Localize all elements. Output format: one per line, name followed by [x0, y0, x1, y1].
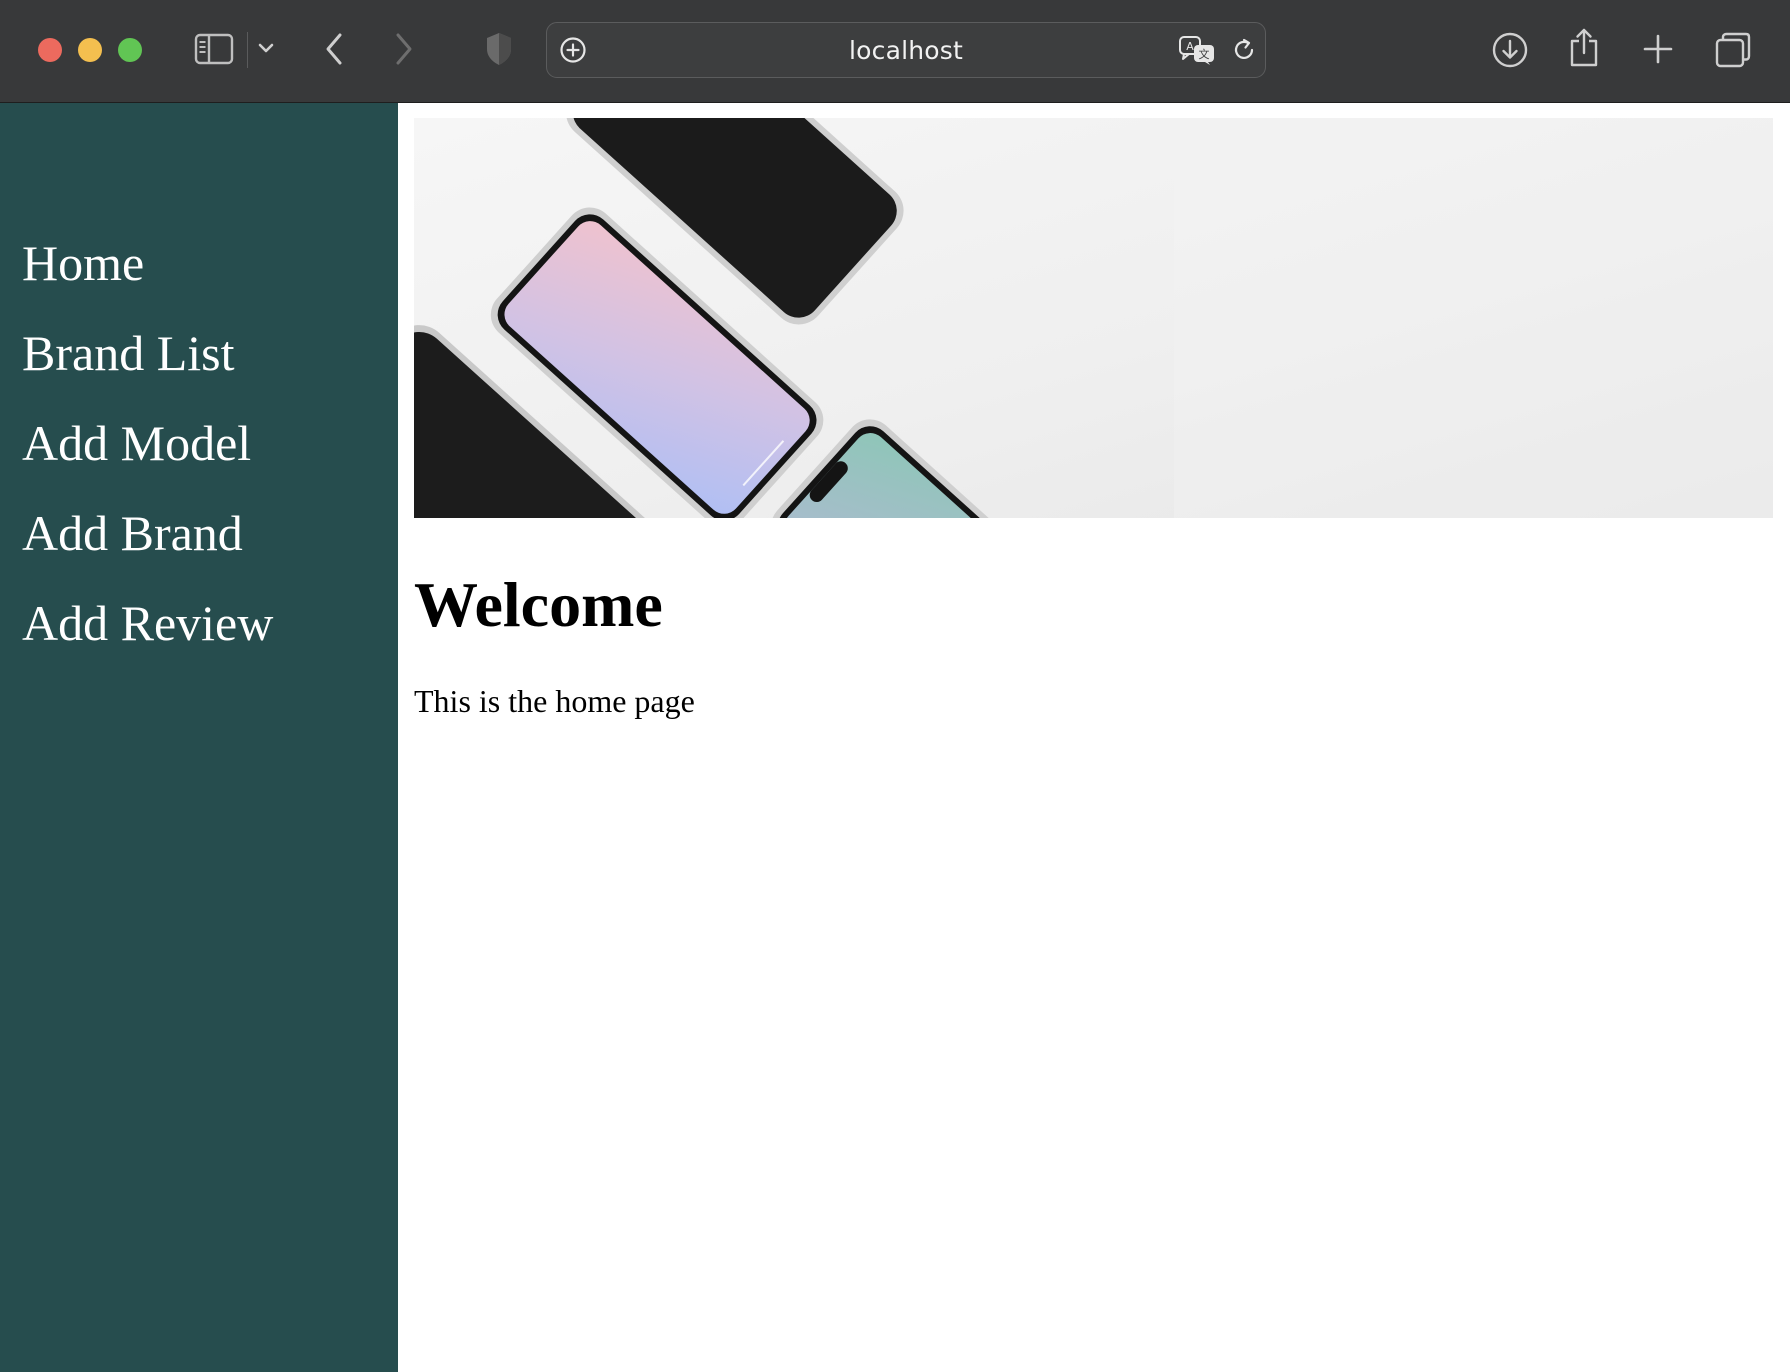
url-text[interactable]: localhost: [547, 23, 1265, 77]
downloads-icon[interactable]: [1490, 30, 1530, 70]
forward-icon[interactable]: [390, 30, 418, 68]
nav-item-home[interactable]: Home: [0, 235, 398, 325]
reload-icon[interactable]: [1229, 35, 1259, 65]
translate-icon[interactable]: A 文: [1177, 33, 1217, 67]
nav-item-add-brand[interactable]: Add Brand: [0, 505, 398, 595]
address-bar[interactable]: localhost A 文: [546, 22, 1266, 78]
new-tab-icon[interactable]: [1640, 31, 1676, 67]
sidebar-nav: Home Brand List Add Model Add Brand Add …: [0, 103, 398, 1372]
nav-item-add-model[interactable]: Add Model: [0, 415, 398, 505]
chevron-down-icon[interactable]: [256, 40, 276, 56]
privacy-shield-icon[interactable]: [483, 30, 515, 68]
close-window-button[interactable]: [38, 38, 62, 62]
svg-text:A: A: [1186, 40, 1194, 53]
back-icon[interactable]: [320, 30, 348, 68]
page-title: Welcome: [414, 569, 663, 640]
web-page: Home Brand List Add Model Add Brand Add …: [0, 103, 1790, 1372]
share-icon[interactable]: [1566, 26, 1602, 70]
nav-item-add-review[interactable]: Add Review: [0, 595, 398, 685]
main-content: Welcome This is the home page: [398, 103, 1790, 1372]
toolbar-divider: [247, 32, 248, 68]
svg-text:文: 文: [1199, 47, 1210, 61]
nav-item-brand-list[interactable]: Brand List: [0, 325, 398, 415]
tab-overview-icon[interactable]: [1713, 30, 1753, 70]
minimize-window-button[interactable]: [78, 38, 102, 62]
hero-image: [414, 118, 1773, 518]
sidebar-toggle-icon[interactable]: [193, 31, 235, 67]
zoom-window-button[interactable]: [118, 38, 142, 62]
browser-toolbar: localhost A 文: [0, 0, 1790, 103]
page-description: This is the home page: [414, 683, 695, 719]
